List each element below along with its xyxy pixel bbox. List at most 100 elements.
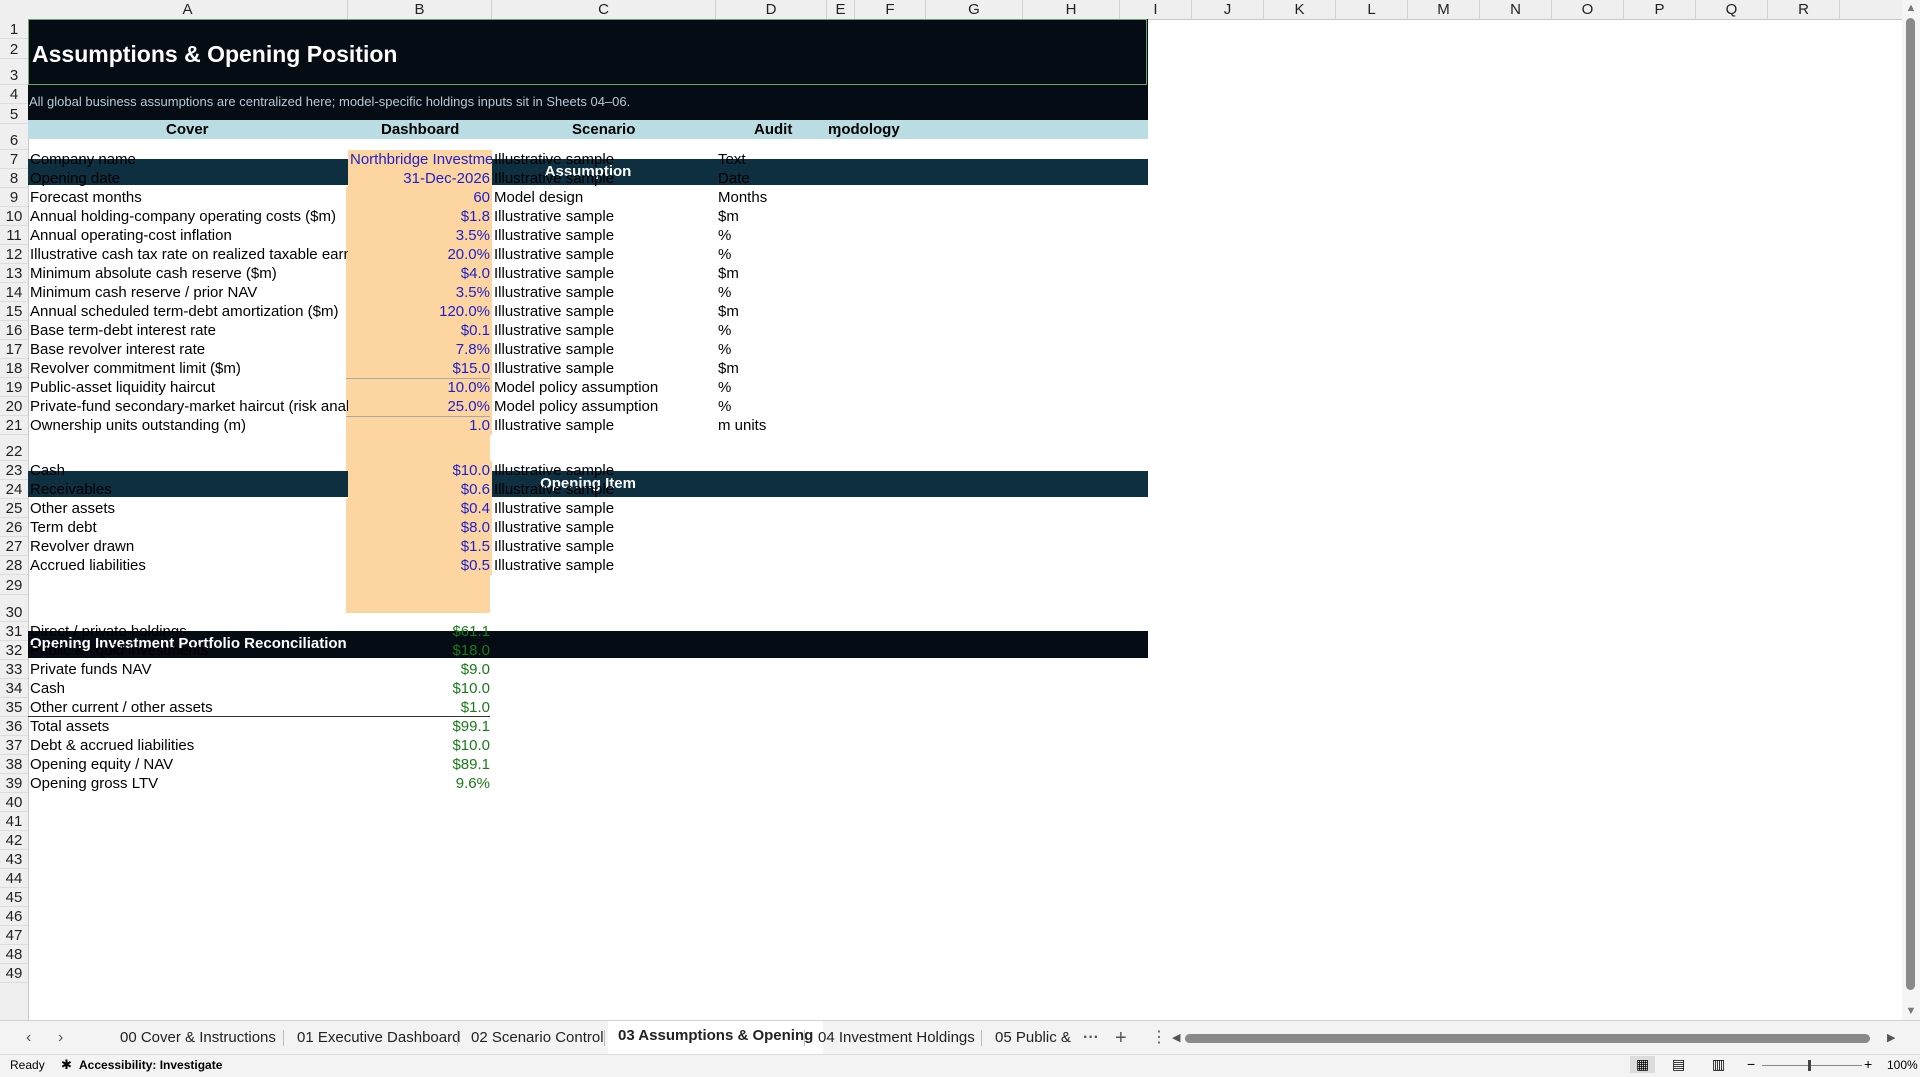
tab-scroll-right-button[interactable]: › bbox=[58, 1021, 63, 1055]
assumption-input[interactable]: $4.0 bbox=[348, 264, 492, 283]
row-header-33[interactable]: 33 bbox=[0, 660, 28, 679]
scroll-down-arrow[interactable]: ▼ bbox=[1902, 1005, 1920, 1017]
row-header-17[interactable]: 17 bbox=[0, 340, 28, 359]
nav-link-audit[interactable]: Audit bbox=[754, 120, 792, 139]
assumption-input[interactable]: $0.1 bbox=[348, 321, 492, 340]
assumption-input[interactable]: 20.0% bbox=[348, 245, 492, 264]
row-header-35[interactable]: 35 bbox=[0, 698, 28, 717]
row-header-22[interactable]: 22 bbox=[0, 435, 28, 461]
column-header-o[interactable]: O bbox=[1552, 0, 1624, 19]
normal-view-icon[interactable]: ▦ bbox=[1630, 1056, 1656, 1073]
opening-input[interactable]: $0.6 bbox=[348, 480, 492, 499]
row-header-36[interactable]: 36 bbox=[0, 717, 28, 736]
assumption-input[interactable]: 3.5% bbox=[348, 226, 492, 245]
tab-options-icon[interactable]: ⋮ bbox=[1151, 1021, 1167, 1055]
hscroll-left-arrow[interactable]: ◀ bbox=[1172, 1021, 1180, 1055]
column-header-h[interactable]: H bbox=[1023, 0, 1120, 19]
recon-value[interactable]: $99.1 bbox=[348, 717, 492, 736]
assumption-input[interactable]: 3.5% bbox=[348, 283, 492, 302]
column-header-l[interactable]: L bbox=[1336, 0, 1408, 19]
opening-input[interactable]: $0.4 bbox=[348, 499, 492, 518]
row-header-18[interactable]: 18 bbox=[0, 359, 28, 378]
recon-value[interactable]: $1.0 bbox=[348, 698, 492, 717]
row-header-40[interactable]: 40 bbox=[0, 793, 28, 812]
row-header-31[interactable]: 31 bbox=[0, 622, 28, 641]
assumption-input[interactable]: 1.0 bbox=[348, 416, 492, 435]
assumption-input[interactable]: 10.0% bbox=[348, 378, 492, 397]
page-layout-view-icon[interactable]: ▤ bbox=[1672, 1056, 1685, 1073]
row-header-11[interactable]: 11 bbox=[0, 226, 28, 245]
accessibility-status[interactable]: Accessibility: Investigate bbox=[79, 1058, 222, 1072]
row-header-29[interactable]: 29 bbox=[0, 575, 28, 595]
row-header-30[interactable]: 30 bbox=[0, 595, 28, 622]
row-header-46[interactable]: 46 bbox=[0, 907, 28, 926]
sheet-tab[interactable]: 01 Executive Dashboard bbox=[287, 1021, 470, 1055]
row-header-28[interactable]: 28 bbox=[0, 556, 28, 575]
column-header-m[interactable]: M bbox=[1408, 0, 1480, 19]
column-header-b[interactable]: B bbox=[348, 0, 492, 19]
zoom-slider-thumb[interactable] bbox=[1808, 1060, 1811, 1071]
scroll-up-arrow[interactable]: ▲ bbox=[1902, 2, 1920, 14]
row-header-13[interactable]: 13 bbox=[0, 264, 28, 283]
row-header-14[interactable]: 14 bbox=[0, 283, 28, 302]
row-header-49[interactable]: 49 bbox=[0, 964, 28, 983]
row-header-8[interactable]: 8 bbox=[0, 169, 28, 188]
assumption-input[interactable]: 60 bbox=[348, 188, 492, 207]
sheet-tab[interactable]: 02 Scenario Control bbox=[461, 1021, 614, 1055]
row-header-1[interactable]: 1 bbox=[0, 19, 28, 39]
accessibility-icon[interactable]: ✱ bbox=[61, 1057, 72, 1073]
row-header-21[interactable]: 21 bbox=[0, 416, 28, 435]
nav-link-methodology[interactable]: ɱodology bbox=[828, 120, 900, 139]
row-header-2[interactable]: 2 bbox=[0, 39, 28, 59]
assumption-input[interactable]: 31-Dec-2026 bbox=[348, 169, 492, 188]
row-header-41[interactable]: 41 bbox=[0, 812, 28, 831]
column-header-n[interactable]: N bbox=[1480, 0, 1552, 19]
row-header-25[interactable]: 25 bbox=[0, 499, 28, 518]
hscroll-right-arrow[interactable]: ▶ bbox=[1887, 1021, 1895, 1055]
column-header-r[interactable]: R bbox=[1768, 0, 1840, 19]
row-header-27[interactable]: 27 bbox=[0, 537, 28, 556]
row-header-12[interactable]: 12 bbox=[0, 245, 28, 264]
row-header-43[interactable]: 43 bbox=[0, 850, 28, 869]
assumption-input[interactable]: 7.8% bbox=[348, 340, 492, 359]
row-header-44[interactable]: 44 bbox=[0, 869, 28, 888]
row-header-45[interactable]: 45 bbox=[0, 888, 28, 907]
assumption-input[interactable]: $15.0 bbox=[348, 359, 492, 378]
row-header-6[interactable]: 6 bbox=[0, 124, 28, 150]
recon-value[interactable]: $10.0 bbox=[348, 736, 492, 755]
horizontal-scroll-thumb[interactable] bbox=[1185, 1034, 1870, 1043]
column-header-d[interactable]: D bbox=[716, 0, 827, 19]
zoom-slider[interactable] bbox=[1762, 1065, 1862, 1066]
worksheet-grid[interactable]: Assumptions & Opening Position All globa… bbox=[28, 19, 1902, 1020]
row-header-20[interactable]: 20 bbox=[0, 397, 28, 416]
page-break-view-icon[interactable]: ▥ bbox=[1712, 1056, 1725, 1073]
sheet-tab[interactable]: 05 Public & bbox=[985, 1021, 1081, 1055]
vertical-scroll-thumb[interactable] bbox=[1906, 18, 1915, 990]
assumption-input[interactable]: Northbridge Investmer bbox=[348, 150, 492, 169]
opening-input[interactable]: $0.5 bbox=[348, 556, 492, 575]
row-header-23[interactable]: 23 bbox=[0, 461, 28, 480]
assumption-input[interactable]: $1.8 bbox=[348, 207, 492, 226]
row-header-47[interactable]: 47 bbox=[0, 926, 28, 945]
more-tabs-button[interactable]: ··· bbox=[1083, 1021, 1099, 1055]
column-header-e[interactable]: E bbox=[827, 0, 855, 19]
recon-value[interactable]: $61.1 bbox=[348, 622, 492, 641]
sheet-tab[interactable]: 03 Assumptions & Opening bbox=[608, 1021, 824, 1058]
recon-value[interactable]: $9.0 bbox=[348, 660, 492, 679]
recon-value[interactable]: $10.0 bbox=[348, 679, 492, 698]
zoom-level[interactable]: 100% bbox=[1887, 1058, 1918, 1072]
nav-link-scenario[interactable]: Scenario bbox=[572, 120, 635, 139]
row-header-5[interactable]: 5 bbox=[0, 104, 28, 124]
column-header-i[interactable]: I bbox=[1120, 0, 1192, 19]
row-header-24[interactable]: 24 bbox=[0, 480, 28, 499]
column-header-q[interactable]: Q bbox=[1696, 0, 1768, 19]
sheet-tab[interactable]: 04 Investment Holdings bbox=[808, 1021, 985, 1055]
assumption-input[interactable]: 120.0% bbox=[348, 302, 492, 321]
row-header-3[interactable]: 3 bbox=[0, 59, 28, 85]
row-header-26[interactable]: 26 bbox=[0, 518, 28, 537]
opening-input[interactable]: $1.5 bbox=[348, 537, 492, 556]
new-sheet-button[interactable]: + bbox=[1115, 1021, 1127, 1055]
row-header-7[interactable]: 7 bbox=[0, 150, 28, 169]
sheet-tab[interactable]: 00 Cover & Instructions bbox=[110, 1021, 286, 1055]
row-header-42[interactable]: 42 bbox=[0, 831, 28, 850]
